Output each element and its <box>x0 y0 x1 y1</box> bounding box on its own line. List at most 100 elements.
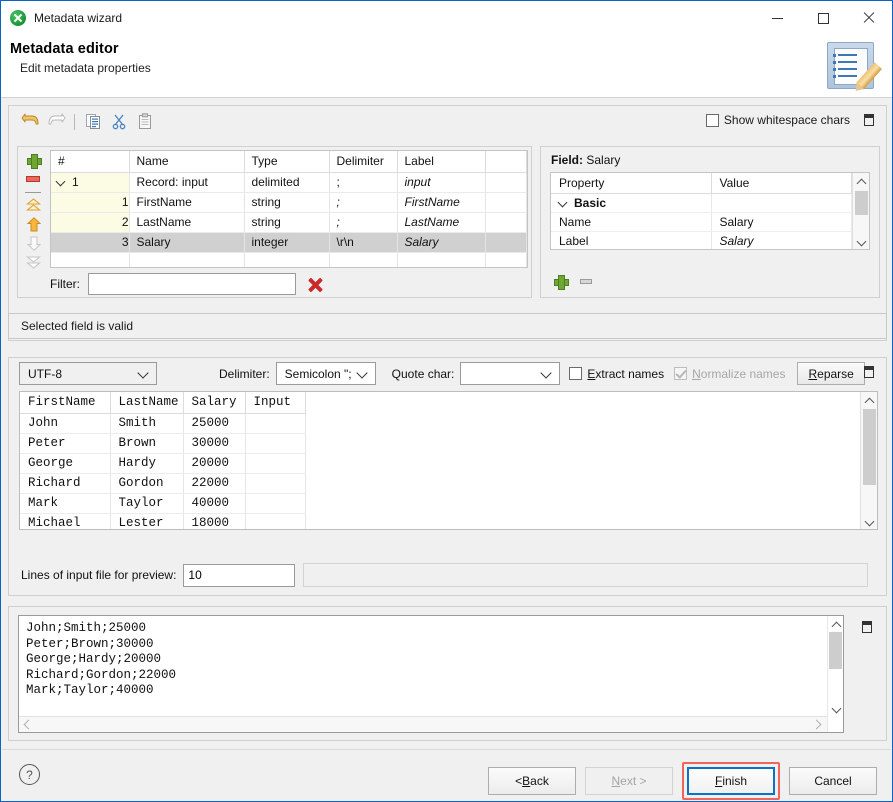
cell[interactable]: 20000 <box>183 453 245 473</box>
table-row[interactable]: 2 LastName string ; LastName <box>51 212 527 232</box>
preview-col-firstname[interactable]: FirstName <box>20 392 110 413</box>
row-label-cell[interactable]: LastName <box>397 212 485 232</box>
lines-input[interactable] <box>183 564 295 587</box>
metadata-fields-table[interactable]: # Name Type Delimiter Label 1 <box>50 150 528 268</box>
cell[interactable] <box>245 433 305 453</box>
cell[interactable] <box>245 513 305 530</box>
quote-char-select[interactable] <box>460 362 560 385</box>
property-scrollbar[interactable] <box>852 173 869 249</box>
reparse-button[interactable]: Reparse <box>797 362 864 385</box>
close-button[interactable] <box>846 1 892 35</box>
chevron-down-icon[interactable] <box>559 199 568 208</box>
column-header-label[interactable]: Label <box>397 151 485 172</box>
raw-text[interactable]: John;Smith;25000 Peter;Brown;30000 Georg… <box>19 616 843 699</box>
row-label-cell[interactable]: input <box>397 172 485 192</box>
preview-row[interactable]: Richard Gordon 22000 <box>20 473 305 493</box>
cell[interactable]: John <box>20 413 110 433</box>
row-number-cell[interactable]: 1 <box>51 192 129 212</box>
row-delimiter-cell[interactable]: ; <box>329 192 397 212</box>
row-extra-cell[interactable] <box>485 212 527 232</box>
paste-button[interactable] <box>132 110 158 134</box>
cell[interactable] <box>245 413 305 433</box>
prop-name-cell[interactable]: Name <box>551 213 711 232</box>
preview-col-input[interactable]: Input <box>245 392 305 413</box>
column-header-number[interactable]: # <box>51 151 129 172</box>
row-number-cell[interactable]: 1 <box>51 172 129 192</box>
preview-scrollbar[interactable] <box>860 392 877 529</box>
chevron-right-icon[interactable] <box>812 720 821 729</box>
undo-button[interactable] <box>17 110 43 134</box>
preview-col-salary[interactable]: Salary <box>183 392 245 413</box>
show-whitespace-checkbox[interactable] <box>706 114 719 127</box>
row-type-cell[interactable]: delimited <box>244 172 329 192</box>
column-header-value[interactable]: Value <box>711 173 852 194</box>
row-type-cell[interactable]: integer <box>244 232 329 252</box>
filter-input[interactable] <box>88 273 296 295</box>
clear-filter-icon[interactable] <box>308 277 322 291</box>
prop-value-cell[interactable]: Salary <box>711 213 852 232</box>
cell[interactable]: Taylor <box>110 493 183 513</box>
column-header-property[interactable]: Property <box>551 173 711 194</box>
cell[interactable]: Lester <box>110 513 183 530</box>
table-row[interactable]: 1 Record: input delimited ; input <box>51 172 527 192</box>
column-header-type[interactable]: Type <box>244 151 329 172</box>
scrollbar-thumb[interactable] <box>829 632 842 669</box>
redo-button[interactable] <box>43 110 69 134</box>
help-icon[interactable]: ? <box>19 764 40 785</box>
scroll-down-button[interactable] <box>828 701 843 716</box>
row-type-cell[interactable]: string <box>244 212 329 232</box>
prop-row-group[interactable]: Basic <box>551 194 852 213</box>
field-properties-table[interactable]: Property Value Basic Name <box>550 172 870 250</box>
row-number-cell[interactable]: 3 <box>51 232 129 252</box>
move-top-button[interactable] <box>21 196 45 215</box>
extract-names-checkbox[interactable] <box>569 367 582 380</box>
raw-text-box[interactable]: John;Smith;25000 Peter;Brown;30000 Georg… <box>18 615 844 733</box>
add-property-button[interactable] <box>552 271 568 291</box>
maximize-panel-icon[interactable] <box>864 366 874 378</box>
column-header-extra[interactable] <box>485 151 527 172</box>
cell[interactable]: 22000 <box>183 473 245 493</box>
cell[interactable]: Mark <box>20 493 110 513</box>
cell[interactable]: Smith <box>110 413 183 433</box>
prop-name-cell[interactable]: Basic <box>551 194 711 213</box>
encoding-select[interactable]: UTF-8 <box>19 362 157 385</box>
preview-table[interactable]: FirstName LastName Salary Input John Smi… <box>19 391 878 530</box>
cell[interactable]: 25000 <box>183 413 245 433</box>
prop-value-cell[interactable]: Salary <box>711 232 852 251</box>
cell[interactable]: Hardy <box>110 453 183 473</box>
prop-name-cell[interactable]: Label <box>551 232 711 251</box>
move-up-button[interactable] <box>21 214 45 233</box>
preview-row[interactable]: Michael Lester 18000 <box>20 513 305 530</box>
row-name-cell[interactable]: Salary <box>129 232 244 252</box>
cell[interactable]: George <box>20 453 110 473</box>
minimize-button[interactable] <box>754 1 800 35</box>
remove-field-button[interactable] <box>21 170 45 189</box>
column-header-delimiter[interactable]: Delimiter <box>329 151 397 172</box>
raw-hscrollbar[interactable] <box>19 716 843 732</box>
scroll-down-button[interactable] <box>861 514 877 529</box>
cell[interactable] <box>245 453 305 473</box>
cell[interactable]: Richard <box>20 473 110 493</box>
column-header-name[interactable]: Name <box>129 151 244 172</box>
maximize-panel-icon[interactable] <box>864 114 874 126</box>
scroll-up-button[interactable] <box>828 616 843 631</box>
table-row[interactable]: 3 Salary integer \r\n Salary <box>51 232 527 252</box>
preview-row[interactable]: Mark Taylor 40000 <box>20 493 305 513</box>
preview-row[interactable]: Peter Brown 30000 <box>20 433 305 453</box>
cell[interactable]: Peter <box>20 433 110 453</box>
cell[interactable]: Michael <box>20 513 110 530</box>
show-whitespace-control[interactable]: Show whitespace chars <box>706 113 850 127</box>
add-field-button[interactable] <box>21 151 45 170</box>
prop-row[interactable]: Label Salary <box>551 232 852 251</box>
cell[interactable]: 30000 <box>183 433 245 453</box>
row-name-cell[interactable]: Record: input <box>129 172 244 192</box>
row-label-cell[interactable]: Salary <box>397 232 485 252</box>
maximize-panel-icon[interactable] <box>862 621 872 633</box>
prop-row[interactable]: Name Salary <box>551 213 852 232</box>
cell[interactable]: Brown <box>110 433 183 453</box>
scroll-down-button[interactable] <box>853 234 869 249</box>
cell[interactable] <box>245 473 305 493</box>
row-delimiter-cell[interactable]: ; <box>329 212 397 232</box>
remove-property-button[interactable] <box>578 271 594 291</box>
cell[interactable]: Gordon <box>110 473 183 493</box>
